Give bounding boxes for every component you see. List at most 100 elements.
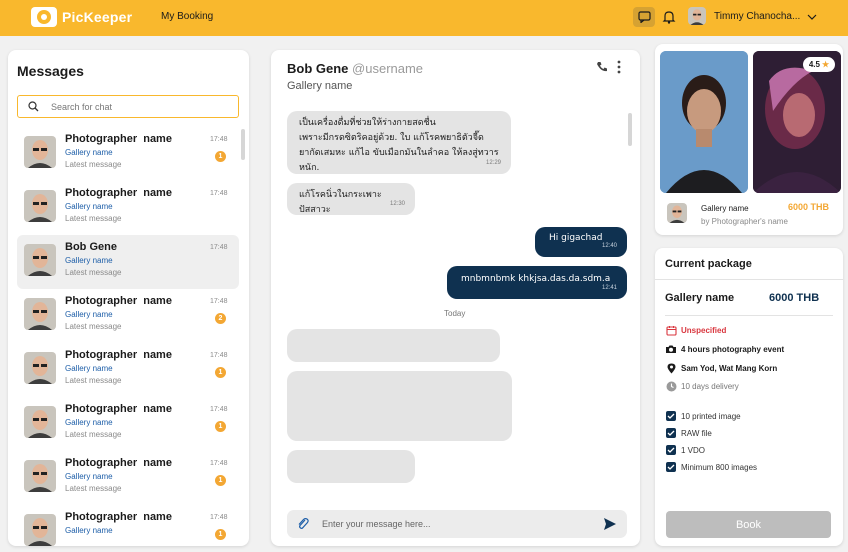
conversation-last-message: Latest message [65,376,122,385]
search-box[interactable] [17,95,239,118]
messages-scrollbar[interactable] [241,129,245,160]
avatar [667,203,687,223]
bell-icon[interactable] [661,9,677,25]
more-vertical-icon[interactable] [617,60,621,74]
clock-icon [665,380,677,392]
paperclip-icon[interactable] [296,517,310,531]
conversation-last-message: Latest message [65,322,122,331]
conversation-last-message: Latest message [65,430,122,439]
message-line: แก้โรคนิ่วในกระเพาะปัสสาวะ [299,190,382,215]
chat-icon[interactable] [633,7,655,27]
message-bubble-outgoing: Hi gigachad 12:40 [535,227,627,257]
checkbox-checked-icon [665,444,677,456]
conversation-name: Photographer name [65,403,172,415]
gallery-photo[interactable] [660,51,748,193]
message-input[interactable] [322,519,592,529]
checkbox-checked-icon [665,461,677,473]
camera-logo-icon [31,7,57,27]
rating-value: 4.5 [808,60,820,69]
message-time: 12:30 [389,201,405,207]
chevron-down-icon[interactable] [807,13,817,21]
conversation-item[interactable]: Photographer name Gallery name Latest mess… [17,343,239,397]
avatar [24,244,56,276]
conversation-time: 17:48 [210,460,228,467]
conversation-item[interactable]: Photographer name Gallery name Latest mess… [17,289,239,343]
avatar [24,514,56,546]
conversation-last-message: Latest message [65,160,122,169]
message-bubble-incoming: แก้โรคนิ่วในกระเพาะปัสสาวะ 12:30 [287,183,415,215]
conversation-item[interactable]: Photographer name Gallery name Latest mess… [17,397,239,451]
package-gallery-name: Gallery name [665,292,735,304]
conversation-time: 17:48 [210,298,228,305]
conversation-name: Photographer name [65,511,172,523]
messages-panel: Messages Photographer name Gallery name La… [8,50,249,546]
conversation-gallery: Gallery name [65,202,113,211]
gallery-card[interactable]: 4.5 ★ Gallery name by Photographer's nam… [655,44,843,235]
avatar [24,406,56,438]
conversation-last-message: Latest message [65,268,122,277]
location-pin-icon [665,362,677,374]
search-input[interactable] [51,101,221,112]
rating-badge: 4.5 ★ [803,57,835,72]
message-time: 12:41 [601,285,617,291]
conversation-item[interactable]: Photographer name Gallery name 17:48 1 [17,505,239,546]
conversation-time: 17:48 [210,406,228,413]
conversation-time: 17:48 [210,136,228,143]
unread-badge: 1 [215,367,226,378]
message-line: mnbmnbmk khkjsa.das.da.sdm.a [461,274,611,284]
package-item-label: RAW file [681,428,712,438]
conversation-name: Photographer name [65,187,172,199]
conversation-item[interactable]: Photographer name Gallery name Latest mess… [17,451,239,505]
gallery-price: 6000 THB [788,202,830,212]
conversation-gallery: Gallery name [65,256,113,265]
avatar [688,7,706,25]
message-line: ยากัดเสมหะ แก้ไอ ขับเมือกมันในลำคอ ให้ลง… [299,148,499,173]
nav-my-booking[interactable]: My Booking [161,11,213,22]
avatar [24,298,56,330]
conversation-last-message: Latest message [65,214,122,223]
conversation-time: 17:48 [210,352,228,359]
checkbox-checked-icon [665,410,677,422]
package-event-value: 4 hours photography event [681,344,785,354]
chat-contact-name: Bob Gene [287,61,349,76]
conversation-item[interactable]: Bob Gene Gallery name Latest message 17:48 [17,235,239,289]
gallery-photo[interactable] [753,51,841,193]
avatar [24,136,56,168]
conversation-name: Photographer name [65,133,172,145]
message-time: 12:40 [601,243,617,249]
package-date-value: Unspecified [681,325,727,335]
conversation-gallery: Gallery name [65,310,113,319]
phone-icon[interactable] [596,61,608,73]
divider [655,279,843,280]
package-item: RAW file [665,427,712,439]
unread-badge: 1 [215,421,226,432]
conversation-time: 17:48 [210,514,228,521]
package-item: Minimum 800 images [665,461,757,473]
gallery-name: Gallery name [701,204,749,213]
conversation-gallery: Gallery name [65,148,113,157]
package-delivery-value: 10 days delivery [681,381,739,391]
conversation-time: 17:48 [210,190,228,197]
package-date: Unspecified [665,324,726,336]
package-item-label: 1 VDO [681,445,706,455]
package-item-label: 10 printed image [681,411,741,421]
book-button[interactable]: Book [666,511,831,538]
conversation-item[interactable]: Photographer name Gallery name Latest mess… [17,127,239,181]
brand-logo[interactable]: PicKeeper [31,7,132,27]
user-menu[interactable]: Timmy Chanocha... [688,7,814,25]
conversation-gallery: Gallery name [65,472,113,481]
conversation-item[interactable]: Photographer name Gallery name Latest mess… [17,181,239,235]
package-item: 10 printed image [665,410,741,422]
unread-badge: 2 [215,313,226,324]
checkbox-checked-icon [665,427,677,439]
send-icon[interactable] [603,517,617,531]
conversation-list: Photographer name Gallery name Latest mess… [17,127,239,546]
camera-icon [665,343,677,355]
conversation-gallery: Gallery name [65,364,113,373]
package-location: Sam Yod, Wat Mang Korn [665,362,777,374]
chat-scrollbar[interactable] [628,113,632,146]
conversation-time: 17:48 [210,244,228,251]
divider [665,315,833,316]
search-icon [28,101,39,112]
package-title: Current package [665,258,752,270]
